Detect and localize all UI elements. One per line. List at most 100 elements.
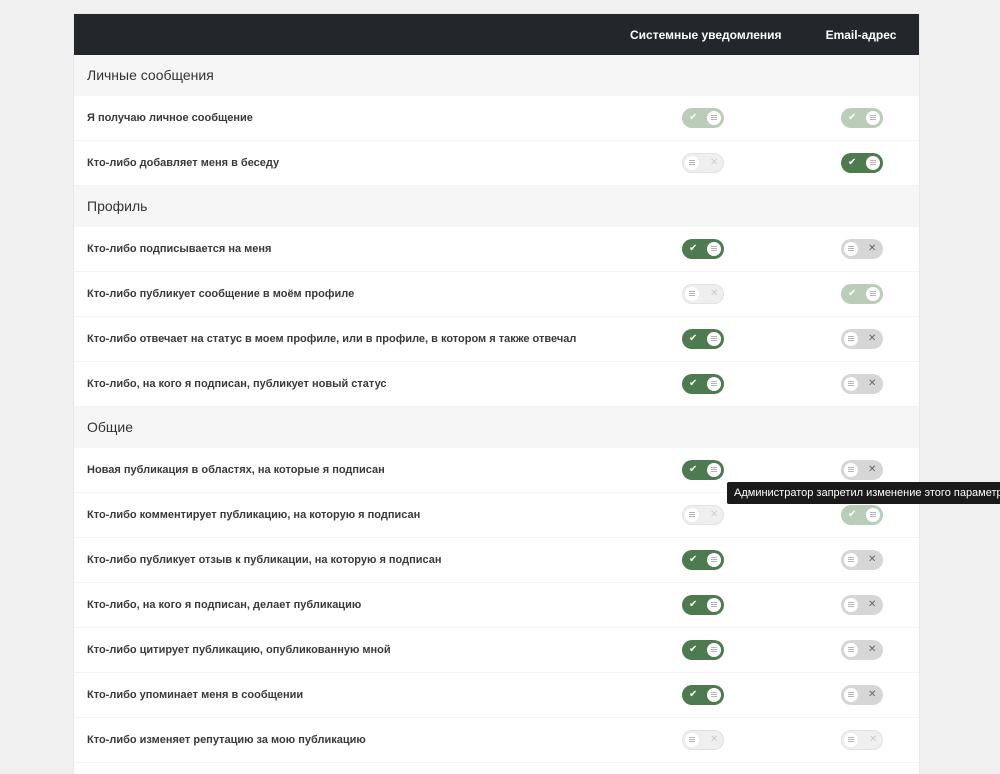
grip-icon [844, 688, 858, 702]
setting-label: Кто-либо цитирует публикацию, опубликова… [87, 644, 391, 656]
system-notification-toggle: ✕ [682, 730, 724, 750]
system-notification-toggle[interactable]: ✔ [682, 460, 724, 480]
grip-icon [685, 287, 699, 301]
grip-icon [844, 733, 858, 747]
check-icon: ✔ [689, 112, 698, 123]
setting-label: Кто-либо комментирует публикацию, на кот… [87, 509, 421, 521]
cross-icon: ✕ [710, 288, 719, 299]
section-heading: Общие [74, 407, 919, 448]
system-notification-toggle: ✕ [682, 153, 724, 173]
check-icon: ✔ [689, 378, 698, 389]
email-notification-toggle[interactable]: ✕ [841, 239, 883, 259]
check-icon: ✔ [689, 333, 698, 344]
table-row: Кто-либо отвечает на статус в моем профи… [74, 317, 919, 362]
grip-icon [844, 598, 858, 612]
table-row: Кто-либо, на кого я подписан, публикует … [74, 362, 919, 407]
grip-icon [707, 242, 721, 256]
system-notification-toggle[interactable]: ✔ [682, 374, 724, 394]
setting-label: Кто-либо, на кого я подписан, делает пуб… [87, 599, 362, 611]
email-notification-toggle: ✔ [841, 108, 883, 128]
system-notifications-column-header: Системные уведомления [630, 28, 782, 42]
email-notification-toggle: ✔ [841, 284, 883, 304]
grip-icon [844, 463, 858, 477]
system-notification-toggle[interactable]: ✔ [682, 329, 724, 349]
setting-label: Кто-либо, на кого я подписан, публикует … [87, 378, 387, 390]
check-icon: ✔ [848, 157, 857, 168]
cross-icon: ✕ [868, 689, 877, 700]
notification-settings-table: Системные уведомления Email-адрес Личные… [74, 14, 919, 774]
disabled-setting-tooltip: Администратор запретил изменение этого п… [727, 482, 1000, 504]
table-row: Я получаю личное сообщение ✔ ✔ [74, 96, 919, 141]
grip-icon [844, 377, 858, 391]
email-notification-toggle[interactable]: ✕ [841, 329, 883, 349]
email-notification-toggle[interactable]: ✕ [841, 640, 883, 660]
cross-icon: ✕ [868, 378, 877, 389]
email-column-header: Email-адрес [825, 28, 897, 42]
setting-label: Новая публикация в областях, на которые … [87, 464, 385, 476]
table-row: Кто-либо подписывается на меня ✔ ✕ [74, 227, 919, 272]
check-icon: ✔ [689, 599, 698, 610]
table-row: Кто-либо публикует отзыв к публикации, н… [74, 538, 919, 583]
setting-label: Кто-либо изменяет репутацию за мою публи… [87, 734, 366, 746]
system-notification-toggle: ✕ [682, 505, 724, 525]
setting-label: Кто-либо подписывается на меня [87, 243, 272, 255]
check-icon: ✔ [689, 644, 698, 655]
check-icon: ✔ [848, 509, 857, 520]
email-notification-toggle[interactable]: ✕ [841, 374, 883, 394]
table-row: Кто-либо упоминает меня в сообщении ✔ ✕ [74, 673, 919, 718]
setting-label: Я получаю личное сообщение [87, 112, 253, 124]
email-notification-toggle[interactable]: ✕ [841, 685, 883, 705]
email-notification-toggle[interactable]: ✕ [841, 460, 883, 480]
cross-icon: ✕ [869, 734, 878, 745]
system-notification-toggle[interactable]: ✔ [682, 685, 724, 705]
cross-icon: ✕ [868, 644, 877, 655]
email-notification-toggle: ✔ [841, 505, 883, 525]
grip-icon [707, 463, 721, 477]
table-row: Кто-либо, на кого я подписан, делает пуб… [74, 583, 919, 628]
check-icon: ✔ [848, 112, 857, 123]
cross-icon: ✕ [868, 599, 877, 610]
cross-icon: ✕ [710, 734, 719, 745]
grip-icon [707, 598, 721, 612]
email-notification-toggle[interactable]: ✕ [841, 550, 883, 570]
setting-label: Кто-либо публикует отзыв к публикации, н… [87, 554, 442, 566]
grip-icon [707, 377, 721, 391]
grip-icon [685, 733, 699, 747]
system-notification-toggle[interactable]: ✔ [682, 239, 724, 259]
setting-label: Кто-либо упоминает меня в сообщении [87, 689, 304, 701]
grip-icon [685, 156, 699, 170]
cross-icon: ✕ [868, 333, 877, 344]
grip-icon [844, 553, 858, 567]
grip-icon [707, 643, 721, 657]
cross-icon: ✕ [710, 157, 719, 168]
grip-icon [844, 643, 858, 657]
section-heading: Профиль [74, 186, 919, 227]
grip-icon [844, 242, 858, 256]
grip-icon [685, 508, 699, 522]
system-notification-toggle[interactable]: ✔ [682, 640, 724, 660]
section-heading: Личные сообщения [74, 55, 919, 96]
email-notification-toggle[interactable]: ✕ [841, 595, 883, 615]
table-row: Кто-либо цитирует публикацию, опубликова… [74, 628, 919, 673]
table-row: Кто-либо публикует сообщение в моём проф… [74, 272, 919, 317]
table-header: Системные уведомления Email-адрес [74, 14, 919, 55]
setting-label: Кто-либо публикует сообщение в моём проф… [87, 288, 355, 300]
email-notification-toggle: ✕ [841, 730, 883, 750]
setting-label: Кто-либо отвечает на статус в моем профи… [87, 333, 577, 345]
grip-icon [866, 508, 880, 522]
cross-icon: ✕ [710, 509, 719, 520]
cross-icon: ✕ [868, 243, 877, 254]
system-notification-toggle: ✕ [682, 284, 724, 304]
system-notification-toggle: ✔ [682, 108, 724, 128]
grip-icon [866, 111, 880, 125]
grip-icon [707, 111, 721, 125]
grip-icon [707, 332, 721, 346]
email-notification-toggle[interactable]: ✔ [841, 153, 883, 173]
check-icon: ✔ [689, 464, 698, 475]
system-notification-toggle[interactable]: ✔ [682, 550, 724, 570]
table-row: Кто-либо добавляет меня в беседу ✕ ✔ [74, 141, 919, 186]
grip-icon [844, 332, 858, 346]
cross-icon: ✕ [868, 554, 877, 565]
system-notification-toggle[interactable]: ✔ [682, 595, 724, 615]
table-body: Личные сообщения Я получаю личное сообщен… [74, 55, 919, 763]
